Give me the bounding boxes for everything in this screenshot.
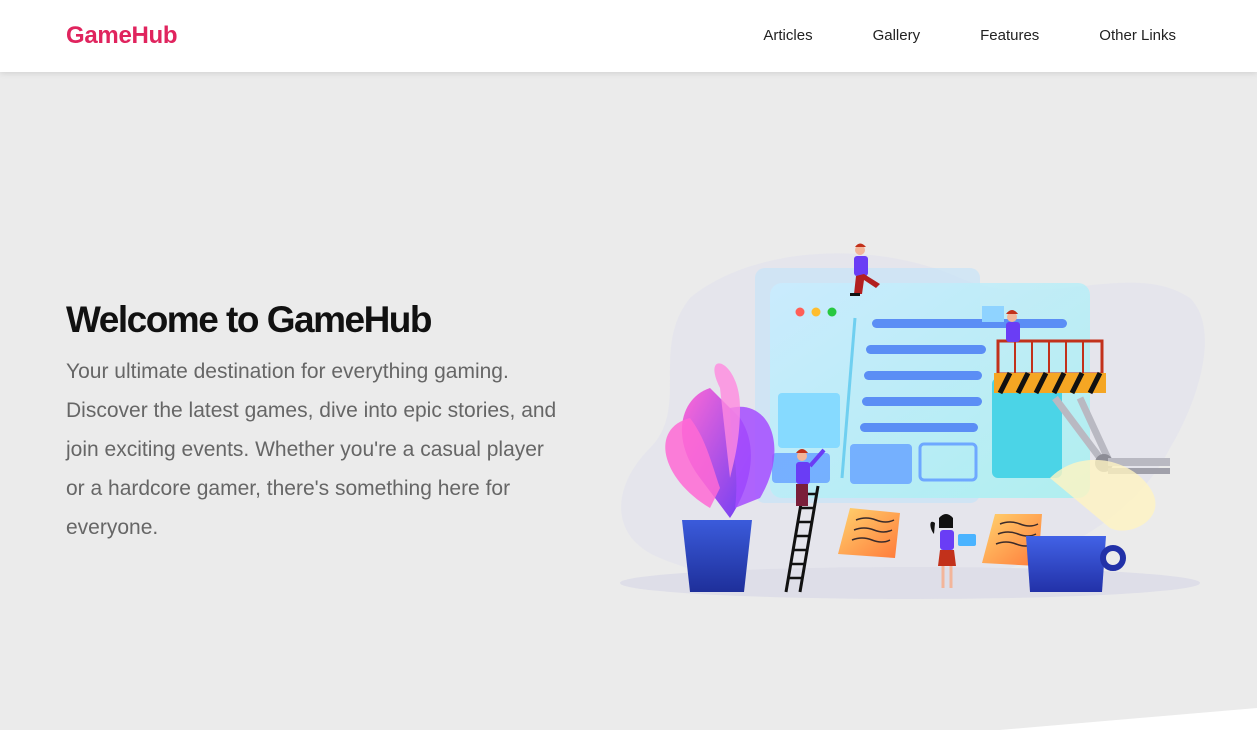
hero-description: Your ultimate destination for everything… xyxy=(66,360,557,539)
nav-link-features[interactable]: Features xyxy=(980,27,1039,44)
hero-section: Welcome to GameHub Your ultimate destina… xyxy=(66,300,586,547)
nav-link-other-links[interactable]: Other Links xyxy=(1099,27,1176,44)
hero-title: Welcome to GameHub xyxy=(66,299,433,340)
nav-link-articles[interactable]: Articles xyxy=(763,27,812,44)
nav-link-gallery[interactable]: Gallery xyxy=(873,27,921,44)
section-divider xyxy=(1000,708,1257,730)
nav-links: Articles Gallery Features Other Links xyxy=(703,27,1176,44)
illustration-svg xyxy=(620,243,1205,599)
brand-logo[interactable]: GameHub xyxy=(66,22,178,50)
hero-illustration xyxy=(610,238,1210,600)
navbar: GameHub Articles Gallery Features Other … xyxy=(0,0,1257,72)
